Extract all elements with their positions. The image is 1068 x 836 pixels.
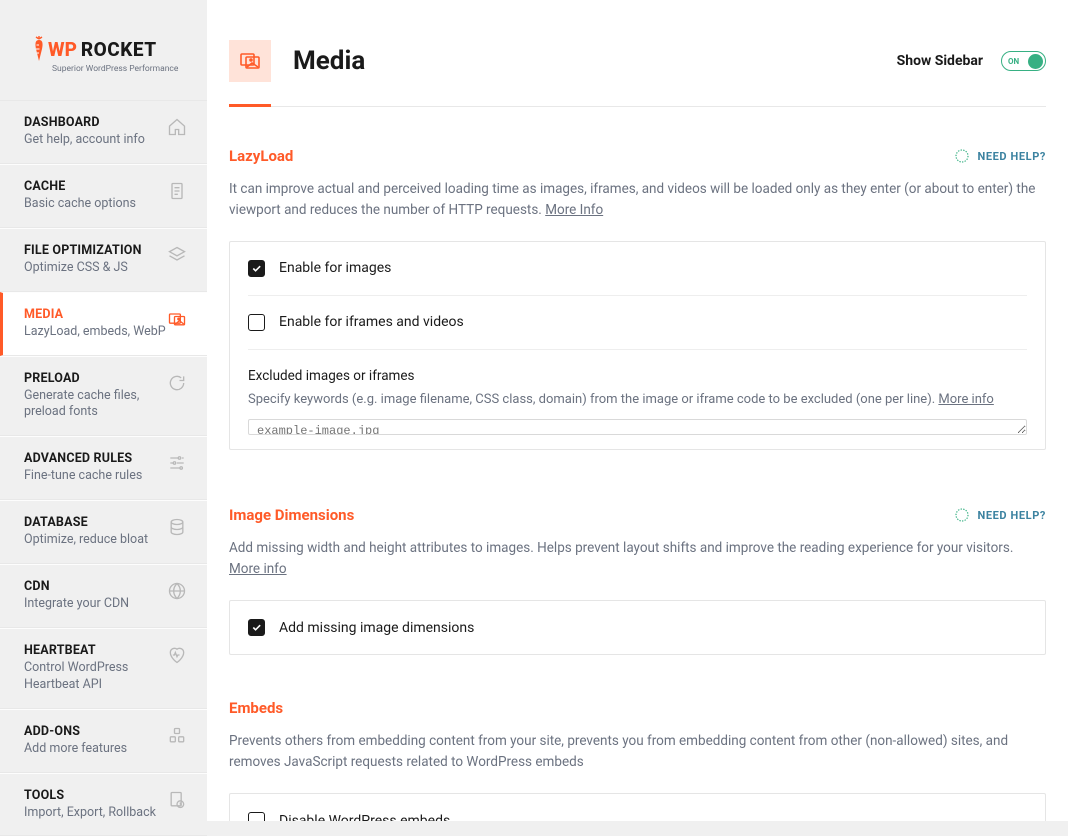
nav-sub: Integrate your CDN (24, 596, 167, 613)
database-icon (167, 517, 187, 537)
sidebar: WP ROCKET Superior WordPress Performance… (0, 0, 207, 821)
tools-icon (167, 790, 187, 810)
help-icon (954, 507, 970, 523)
document-icon (167, 181, 187, 201)
nav-sub: Get help, account info (24, 132, 167, 149)
nav-title: TOOLS (24, 788, 167, 803)
nav-item-cache[interactable]: CACHE Basic cache options (0, 164, 207, 228)
section-lazyload: LazyLoad NEED HELP? It can improve actua… (229, 147, 1046, 450)
image-dim-desc: Add missing width and height attributes … (229, 538, 1046, 580)
nav-item-preload[interactable]: PRELOAD Generate cache files, preload fo… (0, 356, 207, 437)
boxes-icon (167, 726, 187, 746)
more-info-link[interactable]: More info (229, 561, 287, 577)
home-icon (167, 117, 187, 137)
nav-item-database[interactable]: DATABASE Optimize, reduce bloat (0, 500, 207, 564)
nav-item-addons[interactable]: ADD-ONS Add more features (0, 709, 207, 773)
nav-sub: Optimize, reduce bloat (24, 532, 167, 549)
embeds-options: Disable WordPress embeds (229, 793, 1046, 821)
excluded-block: Excluded images or iframes Specify keywo… (248, 350, 1027, 450)
page-title: Media (293, 46, 365, 76)
toggle-on-label: ON (1008, 57, 1019, 66)
checkbox-image-dimensions[interactable] (248, 619, 265, 636)
image-dim-title: Image Dimensions (229, 506, 354, 524)
nav-item-dashboard[interactable]: DASHBOARD Get help, account info (0, 100, 207, 164)
sliders-icon (167, 453, 187, 473)
toggle-knob (1028, 54, 1043, 69)
nav-title: ADVANCED RULES (24, 451, 167, 466)
media-icon (167, 309, 187, 329)
carrot-icon (30, 36, 48, 62)
more-info-link[interactable]: More Info (545, 202, 603, 218)
opt-enable-iframes[interactable]: Enable for iframes and videos (248, 296, 1027, 350)
show-sidebar-toggle[interactable]: ON (1001, 51, 1046, 71)
nav-sub: LazyLoad, embeds, WebP (24, 324, 167, 341)
nav-sub: Add more features (24, 741, 167, 758)
help-text: NEED HELP? (978, 509, 1047, 522)
checkbox-enable-images[interactable] (248, 260, 265, 277)
lazyload-desc: It can improve actual and perceived load… (229, 179, 1046, 221)
nav-item-file-optimization[interactable]: FILE OPTIMIZATION Optimize CSS & JS (0, 228, 207, 292)
layers-icon (167, 245, 187, 265)
show-sidebar-label: Show Sidebar (897, 53, 983, 69)
nav-title: MEDIA (24, 307, 167, 322)
excluded-title: Excluded images or iframes (248, 368, 1027, 384)
embeds-title: Embeds (229, 699, 283, 717)
checkbox-label: Add missing image dimensions (279, 620, 474, 636)
checkbox-label: Enable for images (279, 260, 391, 276)
opt-disable-embeds[interactable]: Disable WordPress embeds (248, 794, 1027, 821)
nav-title: DATABASE (24, 515, 167, 530)
checkbox-enable-iframes[interactable] (248, 314, 265, 331)
need-help-link[interactable]: NEED HELP? (954, 148, 1047, 164)
refresh-icon (167, 373, 187, 393)
nav-item-advanced-rules[interactable]: ADVANCED RULES Fine-tune cache rules (0, 436, 207, 500)
help-icon (954, 148, 970, 164)
logo-tagline: Superior WordPress Performance (52, 64, 185, 74)
globe-icon (167, 581, 187, 601)
nav-title: FILE OPTIMIZATION (24, 243, 167, 258)
nav-sub: Control WordPress Heartbeat API (24, 660, 167, 694)
page-header: Media Show Sidebar ON (229, 0, 1046, 107)
checkbox-label: Disable WordPress embeds (279, 813, 450, 821)
lazyload-title: LazyLoad (229, 147, 293, 165)
excluded-textarea[interactable] (248, 419, 1027, 435)
more-info-link[interactable]: More info (938, 392, 993, 407)
nav-sub: Optimize CSS & JS (24, 260, 167, 277)
section-image-dimensions: Image Dimensions NEED HELP? Add missing … (229, 506, 1046, 655)
nav-item-media[interactable]: MEDIA LazyLoad, embeds, WebP (0, 292, 207, 356)
nav-item-heartbeat[interactable]: HEARTBEAT Control WordPress Heartbeat AP… (0, 628, 207, 709)
opt-enable-images[interactable]: Enable for images (248, 242, 1027, 296)
checkbox-label: Enable for iframes and videos (279, 314, 464, 330)
need-help-link[interactable]: NEED HELP? (954, 507, 1047, 523)
logo-wp: WP (48, 38, 77, 61)
image-dim-options: Add missing image dimensions (229, 600, 1046, 655)
logo-rocket: ROCKET (81, 38, 157, 61)
nav-title: ADD-ONS (24, 724, 167, 739)
nav-sub: Fine-tune cache rules (24, 468, 167, 485)
nav-sub: Basic cache options (24, 196, 167, 213)
nav-sub: Import, Export, Rollback (24, 805, 167, 822)
nav-title: CACHE (24, 179, 167, 194)
checkbox-disable-embeds[interactable] (248, 812, 265, 821)
excluded-desc: Specify keywords (e.g. image filename, C… (248, 390, 1027, 410)
nav-sub: Generate cache files, preload fonts (24, 388, 167, 422)
section-embeds: Embeds Prevents others from embedding co… (229, 699, 1046, 821)
nav-title: DASHBOARD (24, 115, 167, 130)
lazyload-options: Enable for images Enable for iframes and… (229, 241, 1046, 451)
logo: WP ROCKET Superior WordPress Performance (0, 0, 207, 100)
main: Media Show Sidebar ON LazyLoad NEED HELP… (207, 0, 1068, 821)
help-text: NEED HELP? (978, 150, 1047, 163)
opt-image-dimensions[interactable]: Add missing image dimensions (248, 601, 1027, 654)
nav-title: PRELOAD (24, 371, 167, 386)
embeds-desc: Prevents others from embedding content f… (229, 731, 1046, 773)
nav-title: CDN (24, 579, 167, 594)
nav-item-tools[interactable]: TOOLS Import, Export, Rollback (0, 773, 207, 836)
nav: DASHBOARD Get help, account info CACHE B… (0, 100, 207, 836)
heartbeat-icon (167, 645, 187, 665)
nav-item-cdn[interactable]: CDN Integrate your CDN (0, 564, 207, 628)
nav-title: HEARTBEAT (24, 643, 167, 658)
page-media-icon (229, 40, 271, 82)
